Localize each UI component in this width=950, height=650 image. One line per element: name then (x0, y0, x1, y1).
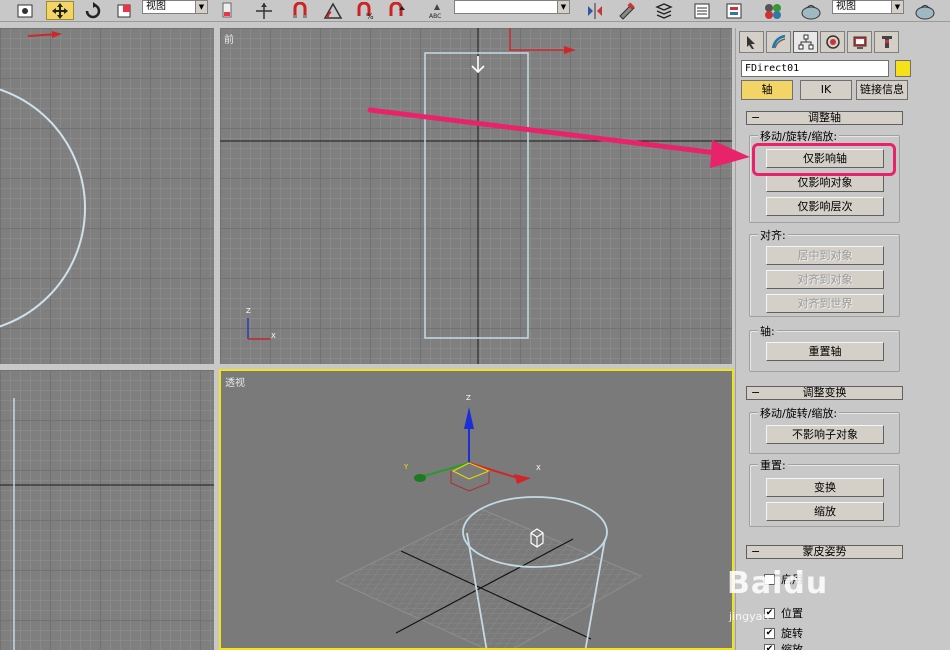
gizmo-x-arrow (514, 474, 531, 484)
adjust-pivot-rollout-header[interactable]: − 调整轴 (746, 111, 903, 125)
gizmo-plane-outline (450, 471, 490, 492)
front-viewport-scene (220, 28, 732, 364)
layer-manager-icon[interactable] (652, 1, 676, 20)
group-title: 移动/旋转/缩放: (758, 128, 840, 144)
group-title: 移动/旋转/缩放: (758, 405, 840, 421)
utilities-tab-icon[interactable] (874, 31, 899, 53)
render-type-value: 视图 (836, 1, 856, 12)
render-setup-icon[interactable] (796, 1, 826, 20)
object-name-input[interactable]: FDirect01 (741, 60, 889, 77)
select-and-link-icon[interactable] (252, 1, 276, 20)
link-info-tab-button[interactable]: 链接信息 (856, 80, 908, 100)
align-icon[interactable] (614, 1, 640, 20)
modify-tab-icon[interactable] (766, 31, 791, 53)
perspective-viewport-scene (334, 407, 643, 648)
chevron-down-icon: ▼ (195, 1, 207, 13)
align-to-object-button[interactable]: 对齐到对象 (766, 270, 884, 289)
edit-named-selection-icon[interactable]: ABC (424, 1, 450, 20)
pivot-tab-button[interactable]: 轴 (741, 80, 793, 100)
world-x-label: X (271, 332, 276, 340)
select-and-rotate-icon[interactable] (80, 1, 106, 20)
skin-pose-rollout-header[interactable]: − 蒙皮姿势 (746, 545, 903, 559)
align-to-world-button[interactable]: 对齐到世界 (766, 294, 884, 313)
object-color-swatch[interactable] (895, 60, 911, 77)
x-axis-arrow (564, 46, 576, 54)
svg-text:%: % (366, 12, 374, 20)
group-title: 重置: (758, 457, 788, 473)
watermark-logo: Baidu (727, 566, 829, 601)
front-viewport[interactable]: 前 Z X (220, 28, 732, 364)
left-viewport-scene (0, 398, 214, 650)
rollout-title: 调整轴 (808, 111, 841, 124)
quick-render-icon[interactable] (910, 1, 940, 20)
center-to-object-button[interactable]: 居中到对象 (766, 246, 884, 265)
chevron-down-icon: ▼ (557, 1, 569, 13)
select-by-name-icon[interactable] (12, 1, 38, 20)
gizmo-y-arrow (414, 474, 426, 482)
gizmo-y-label: Y (404, 463, 409, 471)
affect-hierarchy-only-button[interactable]: 仅影响层次 (766, 197, 884, 216)
gizmo-z-arrow (464, 407, 474, 429)
reference-coordinate-dropdown[interactable]: 视图 ▼ (142, 0, 208, 14)
command-panel: FDirect01 轴 IK 链接信息 − 调整轴 移动/旋转/缩放: 仅影响轴… (735, 28, 950, 650)
watermark: Baidu jingyan (727, 566, 950, 650)
pivot-center-icon[interactable] (216, 1, 238, 20)
group-title: 对齐: (758, 227, 788, 243)
select-and-scale-icon[interactable] (112, 1, 136, 20)
perspective-viewport[interactable]: 透视 Z X Y (219, 369, 734, 650)
watermark-subtext: jingyan (729, 610, 770, 623)
top-viewport[interactable] (0, 28, 214, 364)
create-tab-icon[interactable] (739, 31, 764, 53)
collapse-icon: − (751, 386, 761, 399)
rollout-title: 蒙皮姿势 (802, 545, 847, 558)
x-axis-arrow (52, 31, 62, 38)
adjust-transform-rollout-header[interactable]: − 调整变换 (746, 386, 903, 400)
angle-snap-icon[interactable] (320, 1, 346, 20)
world-z-label: Z (246, 307, 251, 315)
pivot-arrow-icon (471, 56, 485, 74)
material-editor-icon[interactable] (760, 1, 786, 20)
render-type-dropdown[interactable]: 视图 ▼ (832, 0, 904, 14)
group-title: 轴: (758, 323, 777, 339)
reset-transform-button[interactable]: 变换 (766, 478, 884, 497)
collapse-icon: − (751, 111, 761, 124)
left-viewport[interactable] (0, 370, 214, 650)
ik-tab-button[interactable]: IK (800, 80, 852, 100)
reset-pivot-button[interactable]: 重置轴 (766, 342, 884, 361)
collapse-icon: − (751, 545, 761, 558)
top-viewport-scene (0, 31, 86, 328)
gizmo-x-axis (468, 462, 522, 480)
svg-text:ABC: ABC (429, 13, 441, 20)
cylinder-front-outline (424, 52, 529, 339)
percent-snap-icon[interactable]: % (352, 1, 378, 20)
main-toolbar: 视图 ▼ % ABC ▼ 视图 ▼ (0, 0, 950, 22)
display-tab-icon[interactable] (847, 31, 872, 53)
snap-toggle-icon[interactable] (288, 1, 314, 20)
named-selection-set-dropdown[interactable]: ▼ (454, 0, 570, 14)
gizmo-x-label: X (536, 464, 541, 472)
spinner-snap-icon[interactable] (384, 1, 410, 20)
motion-tab-icon[interactable] (820, 31, 845, 53)
reference-coordinate-value: 视图 (146, 1, 166, 12)
gizmo-z-label: Z (466, 394, 471, 402)
annotation-highlight-box (752, 143, 896, 176)
cylinder-top-outline (0, 88, 86, 328)
select-and-move-icon[interactable] (46, 1, 74, 20)
reset-scale-button[interactable]: 缩放 (766, 502, 884, 521)
schematic-view-icon[interactable] (722, 1, 746, 20)
curve-editor-icon[interactable] (690, 1, 714, 20)
home-grid (334, 508, 643, 648)
dont-affect-children-button[interactable]: 不影响子对象 (766, 425, 884, 444)
rollout-title: 调整变换 (802, 386, 847, 399)
mirror-icon[interactable] (582, 1, 608, 20)
hierarchy-tab-icon[interactable] (793, 31, 818, 53)
chevron-down-icon: ▼ (891, 1, 903, 13)
